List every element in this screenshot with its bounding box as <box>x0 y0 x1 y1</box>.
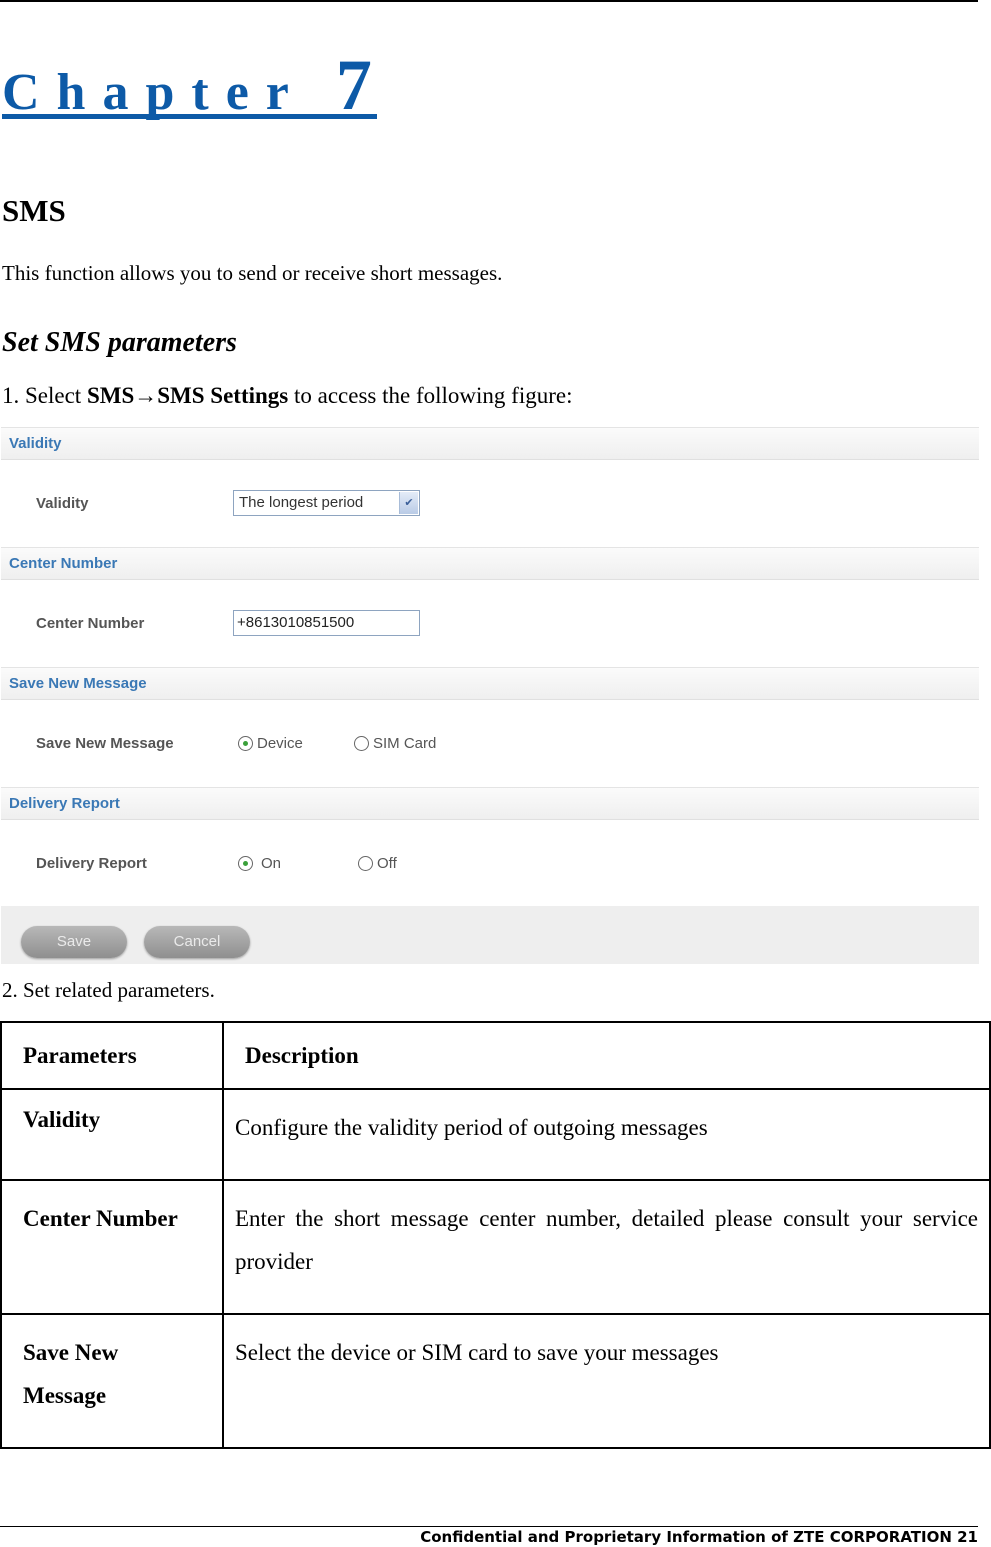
radio-off-label: Off <box>377 855 397 872</box>
validity-select[interactable]: The longest period ✔ <box>233 490 420 516</box>
validity-section-header: Validity <box>1 427 979 460</box>
desc-cell: Configure the validity period of outgoin… <box>222 1088 991 1181</box>
param-cell: Save New Message <box>0 1313 224 1449</box>
radio-device[interactable]: Device <box>238 735 303 752</box>
page-number: 21 <box>957 1528 978 1546</box>
center-number-input[interactable]: +8613010851500 <box>233 610 420 636</box>
parameters-table: Parameters Description Validity Configur… <box>0 1021 991 1449</box>
cancel-button[interactable]: Cancel <box>144 926 250 958</box>
radio-sim-card-label: SIM Card <box>373 735 437 752</box>
radio-checked-icon[interactable] <box>238 736 253 751</box>
button-bar: Save Cancel <box>1 906 979 964</box>
param-line-2: Message <box>23 1383 107 1408</box>
center-number-section-header: Center Number <box>1 547 979 580</box>
delivery-report-label: Delivery Report <box>36 855 147 872</box>
save-button[interactable]: Save <box>21 926 127 958</box>
footer-rule <box>0 1526 978 1527</box>
section-title: SMS <box>2 193 66 228</box>
intro-paragraph: This function allows you to send or rece… <box>2 261 503 285</box>
header-parameters: Parameters <box>0 1021 224 1090</box>
table-row: Center Number Enter the short message ce… <box>0 1179 991 1315</box>
header-description: Description <box>222 1021 991 1090</box>
chapter-word: Chapter <box>2 64 306 121</box>
desc-cell: Enter the short message center number, d… <box>222 1179 991 1315</box>
save-new-message-section-header: Save New Message <box>1 667 979 700</box>
radio-device-label: Device <box>257 735 303 752</box>
sms-settings-screenshot: Validity Validity The longest period ✔ C… <box>0 425 979 965</box>
save-new-message-label: Save New Message <box>36 735 174 752</box>
radio-on-label: On <box>261 855 282 872</box>
chevron-down-icon[interactable]: ✔ <box>399 492 418 514</box>
step-1-menu-path: SMS→SMS Settings <box>86 383 289 408</box>
radio-off[interactable]: Off <box>358 855 397 872</box>
center-number-label: Center Number <box>36 615 145 632</box>
chapter-number: 7 <box>335 45 372 125</box>
desc-cell: Select the device or SIM card to save yo… <box>222 1313 991 1449</box>
step-2: 2. Set related parameters. <box>2 978 215 1002</box>
table-header-row: Parameters Description <box>0 1021 991 1090</box>
table-row: Save New Message Select the device or SI… <box>0 1313 991 1449</box>
radio-unchecked-icon[interactable] <box>358 856 373 871</box>
footer-text: Confidential and Proprietary Information… <box>420 1528 952 1546</box>
validity-label: Validity <box>36 495 89 512</box>
step-1: 1. Select SMS→SMS Settings to access the… <box>2 383 572 409</box>
radio-checked-icon[interactable] <box>238 856 253 871</box>
radio-on[interactable]: On <box>238 855 281 872</box>
param-cell: Validity <box>0 1088 224 1181</box>
delivery-report-section-header: Delivery Report <box>1 787 979 820</box>
chapter-underline <box>2 114 377 119</box>
step-1-suffix: to access the following figure: <box>288 383 573 408</box>
subsection-title: Set SMS parameters <box>2 327 237 358</box>
validity-select-value: The longest period <box>239 494 364 511</box>
radio-sim-card[interactable]: SIM Card <box>354 735 436 752</box>
param-cell: Center Number <box>0 1179 224 1315</box>
step-1-prefix: 1. Select <box>2 383 87 408</box>
param-line-1: Save New <box>23 1340 119 1365</box>
table-row: Validity Configure the validity period o… <box>0 1088 991 1181</box>
radio-unchecked-icon[interactable] <box>354 736 369 751</box>
top-rule <box>0 0 978 2</box>
page-footer: Confidential and Proprietary Information… <box>420 1528 978 1546</box>
